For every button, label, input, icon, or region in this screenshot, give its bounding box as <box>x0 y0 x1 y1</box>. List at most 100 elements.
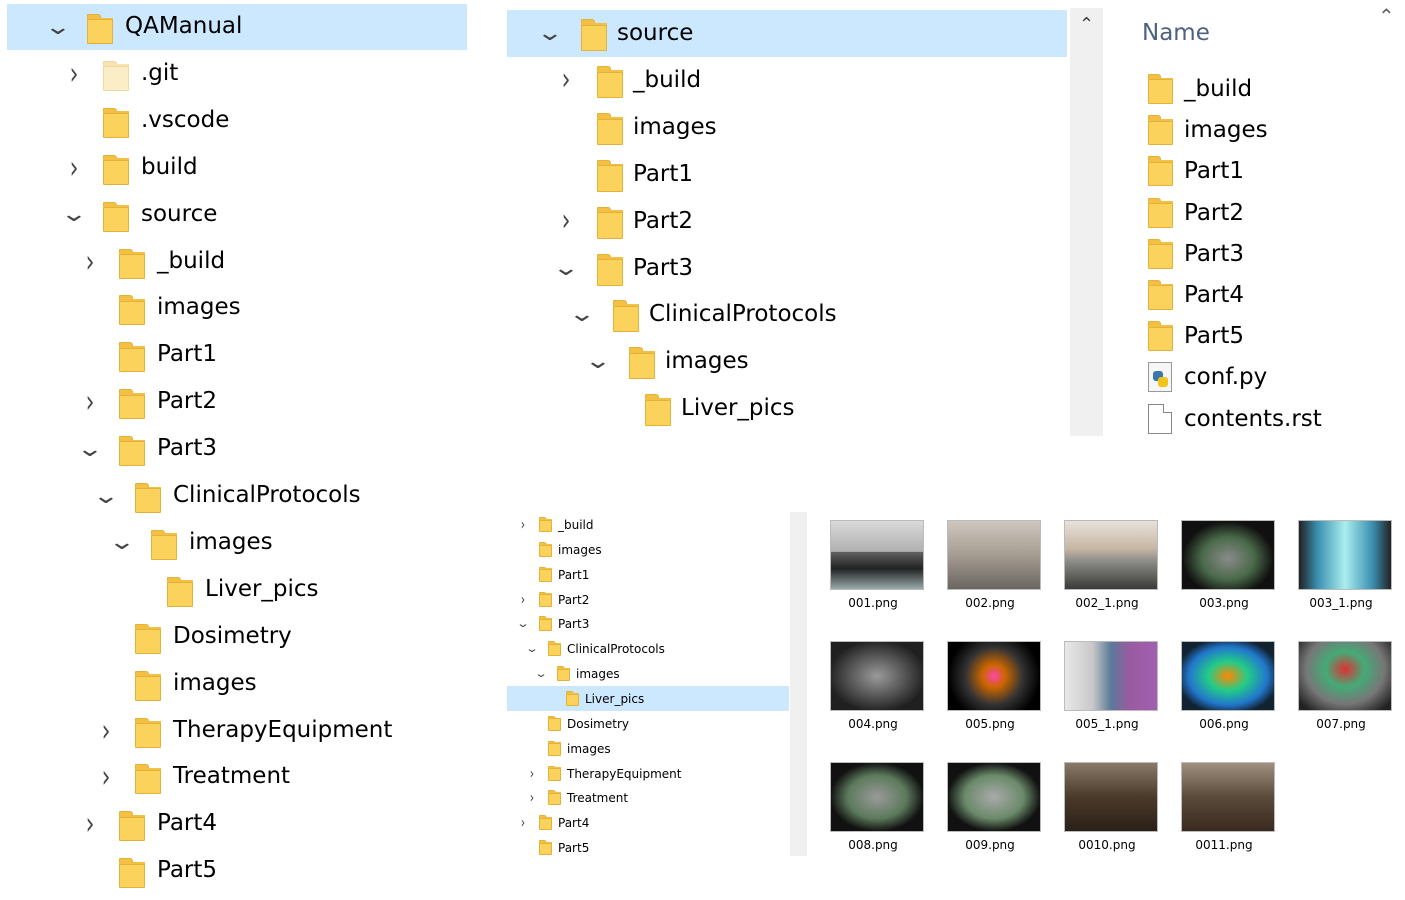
chevron-down-icon[interactable]: ⌄ <box>106 520 139 566</box>
tree-item-label: _build <box>558 518 594 532</box>
chevron-down-icon[interactable]: ⌄ <box>566 291 599 338</box>
tree-item[interactable]: ⌄ Part3 <box>507 245 1067 292</box>
tree-item[interactable]: images <box>507 104 1067 151</box>
folder-item[interactable]: Part2 <box>1148 196 1398 236</box>
chevron-right-icon[interactable]: › <box>63 135 85 199</box>
tree-item[interactable]: ⌄ source <box>507 10 1067 57</box>
tree-item[interactable]: Part5 <box>507 835 789 860</box>
chevron-down-icon[interactable]: ⌄ <box>514 611 532 636</box>
tree-item[interactable]: › Part4 <box>507 810 789 835</box>
chevron-down-icon[interactable]: ⌄ <box>74 426 107 472</box>
thumbnail-image <box>830 762 924 832</box>
tree-item[interactable]: ⌄ images <box>507 338 1067 385</box>
folder-icon <box>566 690 579 706</box>
column-header-name[interactable]: Name <box>1142 20 1210 46</box>
tree-item[interactable]: › Part2 <box>507 198 1067 245</box>
folder-item[interactable]: Part3 <box>1148 237 1398 277</box>
folder-item[interactable]: Part1 <box>1148 154 1398 194</box>
file-list: Name ⌃ _build images Part1 Part2 Part3 Part4 P… <box>1108 0 1405 440</box>
tree-item[interactable]: ⌄ ClinicalProtocols <box>507 636 789 661</box>
tree-item[interactable]: › Treatment <box>507 785 789 810</box>
tree-item[interactable]: › TherapyEquipment <box>7 708 467 754</box>
folder-icon <box>135 764 161 795</box>
tree-item-label: Part1 <box>558 567 590 582</box>
tree-item[interactable]: Part1 <box>507 151 1067 198</box>
thumbnail-image <box>1298 520 1392 590</box>
tree-item[interactable]: ⌄ ClinicalProtocols <box>7 473 467 519</box>
thumbnail-filename: 008.png <box>848 838 898 852</box>
thumbnail-image <box>1064 641 1158 711</box>
image-thumbnail[interactable]: 001.png <box>818 512 928 627</box>
file-item[interactable]: conf.py <box>1148 360 1398 400</box>
image-thumbnail[interactable]: 007.png <box>1286 633 1396 748</box>
tree-item[interactable]: ⌄ Part3 <box>507 611 789 636</box>
tree-item[interactable]: Part5 <box>7 848 467 894</box>
chevron-down-icon[interactable]: ⌄ <box>90 473 123 519</box>
tree-item[interactable]: Liver_pics <box>507 685 789 711</box>
vertical-scrollbar[interactable]: ⌃ <box>1070 8 1103 436</box>
tree-item[interactable]: Dosimetry <box>7 614 467 660</box>
image-thumbnail[interactable]: 005.png <box>935 633 1045 748</box>
tree-item[interactable]: ⌄ images <box>7 520 467 566</box>
image-thumbnail[interactable]: 0010.png <box>1052 754 1162 869</box>
tree-item[interactable]: ⌄ ClinicalProtocols <box>507 291 1067 338</box>
tree-item[interactable]: Dosimetry <box>507 711 789 736</box>
image-thumbnail[interactable]: 0011.png <box>1169 754 1279 869</box>
tree-item[interactable]: › _build <box>507 57 1067 104</box>
image-thumbnail[interactable]: 008.png <box>818 754 928 869</box>
folder-icon <box>548 715 561 731</box>
image-thumbnail[interactable]: 002.png <box>935 512 1045 627</box>
chevron-right-icon[interactable]: › <box>79 229 101 293</box>
scroll-up-icon[interactable]: ⌃ <box>1070 14 1103 35</box>
file-item[interactable]: contents.rst <box>1148 402 1398 440</box>
thumbnail-filename: 0010.png <box>1078 838 1136 852</box>
tree-rows: › _build images Part1 › Part2 ⌄ Part3 ⌄ ClinicalP… <box>507 512 789 862</box>
tree-item[interactable]: › _build <box>507 512 789 537</box>
folder-item[interactable]: Part4 <box>1148 278 1398 318</box>
chevron-down-icon[interactable]: ⌄ <box>550 245 583 292</box>
tree-item[interactable]: › .git <box>7 51 467 97</box>
tree-item[interactable]: › _build <box>7 239 467 285</box>
image-thumbnail[interactable]: 009.png <box>935 754 1045 869</box>
chevron-down-icon[interactable]: ⌄ <box>523 636 541 661</box>
tree-item[interactable]: Part1 <box>507 562 789 587</box>
chevron-down-icon[interactable]: ⌄ <box>532 661 550 686</box>
folder-item[interactable]: images <box>1148 113 1398 153</box>
tree-item[interactable]: images <box>7 285 467 331</box>
tree-item[interactable]: ⌄ source <box>7 192 467 238</box>
document-file-icon <box>1148 403 1172 434</box>
image-thumbnail[interactable]: 003_1.png <box>1286 512 1396 627</box>
tree-item[interactable]: › Part2 <box>507 587 789 612</box>
tree-item[interactable]: images <box>507 537 789 562</box>
tree-item[interactable]: › build <box>7 145 467 191</box>
chevron-right-icon[interactable]: › <box>79 792 101 856</box>
folder-icon <box>597 206 623 239</box>
tree-item[interactable]: ⌄ Part3 <box>7 426 467 472</box>
chevron-down-icon[interactable]: ⌄ <box>582 338 615 385</box>
image-thumbnail[interactable]: 005_1.png <box>1052 633 1162 748</box>
chevron-right-icon[interactable]: › <box>63 42 85 106</box>
tree-item[interactable]: › Part2 <box>7 379 467 425</box>
tree-item-label: Part5 <box>558 841 590 856</box>
tree-item[interactable]: images <box>507 736 789 761</box>
tree-item[interactable]: Liver_pics <box>7 567 467 613</box>
tree-item[interactable]: › Part4 <box>7 801 467 847</box>
vertical-scrollbar[interactable] <box>790 512 807 856</box>
tree-item-label: source <box>617 20 694 46</box>
tree-item[interactable]: › TherapyEquipment <box>507 761 789 786</box>
image-thumbnail[interactable]: 002_1.png <box>1052 512 1162 627</box>
tree-item[interactable]: images <box>7 661 467 707</box>
image-thumbnail[interactable]: 004.png <box>818 633 928 748</box>
image-thumbnail[interactable]: 006.png <box>1169 633 1279 748</box>
tree-item[interactable]: Liver_pics <box>507 385 1067 432</box>
tree-item[interactable]: Part1 <box>7 332 467 378</box>
tree-item[interactable]: ⌄ images <box>507 661 789 686</box>
folder-icon <box>629 347 655 380</box>
folder-item[interactable]: Part5 <box>1148 319 1398 359</box>
folder-icon <box>613 300 639 333</box>
chevron-right-icon[interactable]: › <box>79 370 101 434</box>
folder-item[interactable]: _build <box>1148 72 1398 112</box>
folder-icon <box>135 623 161 654</box>
image-thumbnail[interactable]: 003.png <box>1169 512 1279 627</box>
tree-item[interactable]: › Treatment <box>7 754 467 800</box>
